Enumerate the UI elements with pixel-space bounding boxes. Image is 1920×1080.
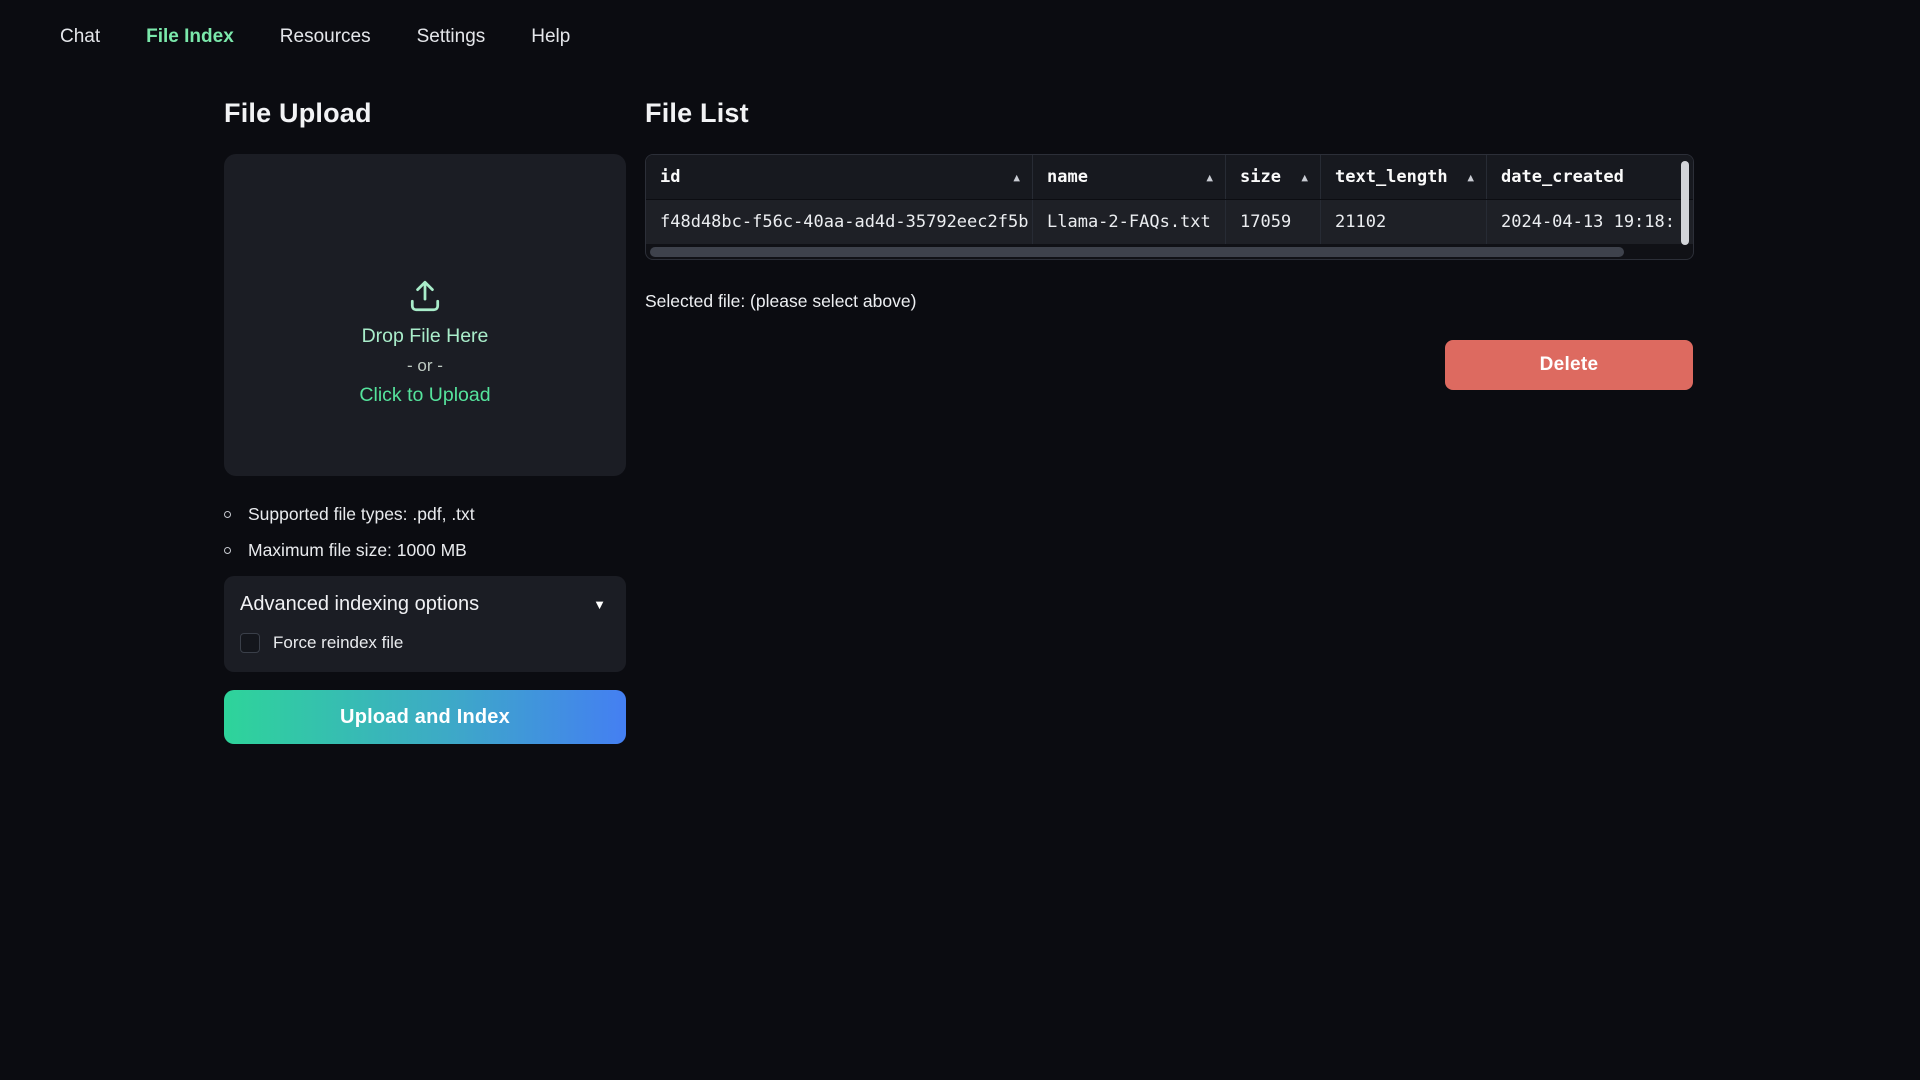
file-upload-panel: File Upload Drop File Here - or - Click …: [224, 98, 626, 744]
sort-asc-icon[interactable]: ▲: [1467, 171, 1474, 184]
force-reindex-checkbox[interactable]: [240, 633, 260, 653]
upload-and-index-button[interactable]: Upload and Index: [224, 690, 626, 744]
chevron-down-icon: ▼: [593, 597, 606, 612]
upload-notes: Supported file types: .pdf, .txt Maximum…: [224, 504, 626, 561]
table-header-row: id ▲ name ▲ size ▲ text_length ▲ date_cr…: [646, 155, 1693, 200]
cell-size[interactable]: 17059: [1226, 200, 1321, 244]
tab-file-index[interactable]: File Index: [146, 24, 234, 50]
column-header-name[interactable]: name ▲: [1033, 155, 1226, 199]
bullet-icon: [224, 511, 231, 518]
or-separator-label: - or -: [407, 356, 443, 376]
cell-name[interactable]: Llama-2-FAQs.txt: [1033, 200, 1226, 244]
column-header-date-created[interactable]: date_created: [1487, 155, 1693, 199]
column-header-date-created-label: date_created: [1501, 167, 1624, 187]
column-header-size[interactable]: size ▲: [1226, 155, 1321, 199]
cell-date-created[interactable]: 2024-04-13 19:18:: [1487, 200, 1693, 244]
vertical-scrollbar-thumb[interactable]: [1681, 161, 1689, 245]
note-max-size-text: Maximum file size: 1000 MB: [248, 540, 467, 561]
click-to-upload-link[interactable]: Click to Upload: [359, 384, 490, 407]
force-reindex-row[interactable]: Force reindex file: [240, 633, 606, 653]
advanced-options-accordion: Advanced indexing options ▼ Force reinde…: [224, 576, 626, 672]
upload-icon: [407, 279, 443, 313]
column-header-name-label: name: [1047, 167, 1088, 187]
file-list-panel: File List id ▲ name ▲ size ▲ text_length…: [645, 98, 1694, 390]
note-supported-types-text: Supported file types: .pdf, .txt: [248, 504, 475, 525]
sort-asc-icon[interactable]: ▲: [1013, 171, 1020, 184]
tab-bar: Chat File Index Resources Settings Help: [60, 24, 570, 50]
note-supported-types: Supported file types: .pdf, .txt: [224, 504, 626, 525]
column-header-text-length-label: text_length: [1335, 167, 1448, 187]
tab-help[interactable]: Help: [531, 24, 570, 50]
cell-text-length[interactable]: 21102: [1321, 200, 1487, 244]
cell-id[interactable]: f48d48bc-f56c-40aa-ad4d-35792eec2f5b: [646, 200, 1033, 244]
file-upload-title: File Upload: [224, 98, 626, 129]
column-header-id-label: id: [660, 167, 680, 187]
column-header-text-length[interactable]: text_length ▲: [1321, 155, 1487, 199]
column-header-id[interactable]: id ▲: [646, 155, 1033, 199]
tab-resources[interactable]: Resources: [280, 24, 371, 50]
bullet-icon: [224, 547, 231, 554]
file-dropzone[interactable]: Drop File Here - or - Click to Upload: [224, 154, 626, 476]
tab-settings[interactable]: Settings: [417, 24, 486, 50]
horizontal-scrollbar-track[interactable]: [646, 244, 1693, 260]
tab-chat[interactable]: Chat: [60, 24, 100, 50]
drop-file-here-label: Drop File Here: [362, 325, 489, 348]
column-header-size-label: size: [1240, 167, 1281, 187]
sort-asc-icon[interactable]: ▲: [1301, 171, 1308, 184]
sort-asc-icon[interactable]: ▲: [1206, 171, 1213, 184]
table-row[interactable]: f48d48bc-f56c-40aa-ad4d-35792eec2f5b Lla…: [646, 200, 1693, 244]
force-reindex-label: Force reindex file: [273, 633, 403, 653]
file-list-title: File List: [645, 98, 1694, 129]
note-max-size: Maximum file size: 1000 MB: [224, 540, 626, 561]
horizontal-scrollbar-thumb[interactable]: [650, 247, 1624, 257]
advanced-options-header[interactable]: Advanced indexing options ▼: [240, 593, 606, 616]
advanced-options-title: Advanced indexing options: [240, 593, 479, 616]
selected-file-status: Selected file: (please select above): [645, 291, 1694, 312]
delete-button[interactable]: Delete: [1445, 340, 1693, 390]
file-table: id ▲ name ▲ size ▲ text_length ▲ date_cr…: [645, 154, 1694, 260]
